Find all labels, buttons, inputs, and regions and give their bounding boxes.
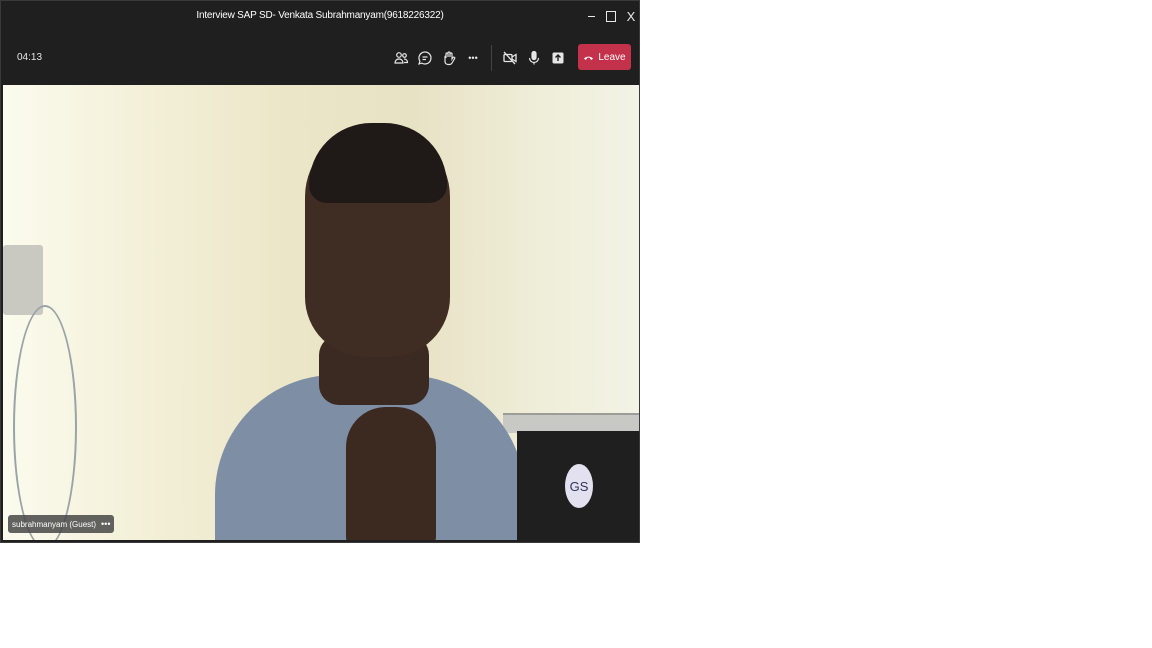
raise-hand-button[interactable]: [437, 47, 461, 69]
wall-socket: [3, 245, 43, 315]
self-view-tile[interactable]: GS: [517, 431, 639, 542]
title-bar: Interview SAP SD- Venkata Subrahmanyam(9…: [1, 1, 639, 33]
cable: [13, 305, 77, 540]
mic-icon: [528, 50, 540, 65]
participant-name: subrahmanyam (Guest): [12, 519, 97, 529]
maximize-icon: [606, 10, 616, 22]
share-screen-button[interactable]: [546, 47, 570, 69]
monitor-edge: [503, 413, 639, 433]
meeting-toolbar: 04:13 ••• Leave: [1, 33, 639, 83]
call-timer: 04:13: [17, 52, 43, 63]
close-button[interactable]: X: [621, 5, 639, 27]
more-actions-button[interactable]: •••: [461, 47, 485, 69]
share-icon: [552, 52, 564, 64]
participant-hand: [346, 407, 436, 540]
raise-hand-icon: [444, 51, 456, 66]
leave-label: Leave: [598, 51, 626, 63]
participants-button[interactable]: [389, 47, 413, 69]
camera-off-icon: [503, 51, 517, 65]
maximize-button[interactable]: [601, 5, 621, 27]
leave-button[interactable]: Leave: [578, 44, 631, 70]
teams-meeting-window: Interview SAP SD- Venkata Subrahmanyam(9…: [0, 0, 640, 543]
chat-icon: [418, 51, 432, 65]
minimize-icon: [587, 15, 595, 17]
hang-up-icon: [584, 56, 594, 60]
camera-toggle-button[interactable]: [498, 47, 522, 69]
toolbar-divider: [491, 45, 492, 71]
participant-more-button[interactable]: •••: [101, 519, 110, 529]
avatar: GS: [565, 464, 593, 508]
mic-toggle-button[interactable]: [522, 47, 546, 69]
participant-name-tag: subrahmanyam (Guest) •••: [8, 515, 115, 533]
people-icon: [394, 52, 409, 64]
minimize-button[interactable]: [581, 5, 601, 27]
window-title: Interview SAP SD- Venkata Subrahmanyam(9…: [196, 10, 444, 21]
chat-button[interactable]: [413, 47, 437, 69]
